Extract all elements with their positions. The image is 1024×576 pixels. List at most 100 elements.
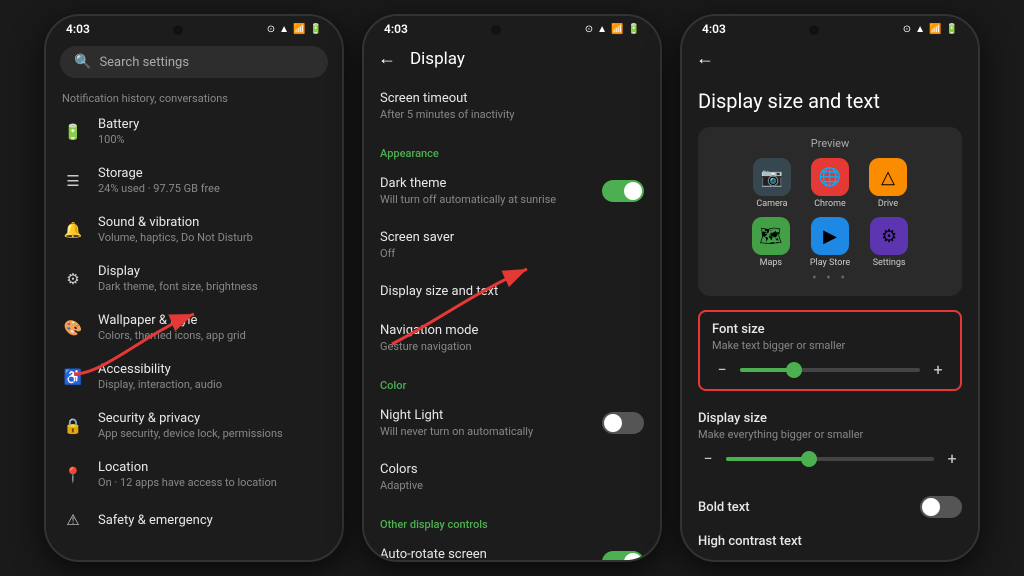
preview-app-camera: 📷 Camera [753, 158, 791, 209]
settings-item-wallpaper[interactable]: 🎨 Wallpaper & style Colors, themed icons… [50, 303, 338, 352]
screen-timeout-item[interactable]: Screen timeout After 5 minutes of inacti… [364, 79, 660, 133]
display-size-slider-row: − + [698, 449, 962, 468]
settings-item-sound[interactable]: 🔔 Sound & vibration Volume, haptics, Do … [50, 205, 338, 254]
storage-title: Storage [98, 166, 220, 181]
accessibility-icon: ♿ [62, 366, 84, 388]
phone1-wrapper: 4:03 ⊙ ▲ 📶 🔋 🔍 Search settings Notificat… [44, 14, 344, 562]
colors-item[interactable]: Colors Adaptive [364, 450, 660, 504]
display-size-text-item[interactable]: Display size and text [364, 272, 660, 311]
high-contrast-section: High contrast text [698, 526, 962, 557]
phones-container: 4:03 ⊙ ▲ 📶 🔋 🔍 Search settings Notificat… [0, 0, 1024, 576]
settings-item-safety[interactable]: ⚠ Safety & emergency [50, 499, 338, 541]
dst-content: Display size and text Preview 📷 Camera 🌐 [682, 79, 978, 560]
color-section-label: Color [364, 365, 660, 396]
font-size-slider-thumb[interactable] [786, 362, 802, 378]
time-1: 4:03 [66, 22, 90, 36]
font-size-slider[interactable] [740, 368, 920, 372]
phone2: 4:03 ⊙ ▲ 📶 🔋 ← Display Screen [362, 14, 662, 562]
auto-rotate-toggle[interactable] [602, 551, 644, 560]
settings-item-display[interactable]: ⚙ Display Dark theme, font size, brightn… [50, 254, 338, 303]
wallpaper-icon: 🎨 [62, 317, 84, 339]
bold-text-title: Bold text [698, 500, 750, 515]
maps-app-icon: 🗺 [752, 217, 790, 255]
display-size-increase-btn[interactable]: + [942, 449, 962, 468]
font-size-increase-btn[interactable]: + [928, 360, 948, 379]
display-page-header: ← Display [364, 38, 660, 79]
high-contrast-title: High contrast text [698, 534, 962, 549]
wallpaper-subtitle: Colors, themed icons, app grid [98, 329, 246, 342]
night-light-toggle[interactable] [602, 412, 644, 434]
preview-icons: 📷 Camera 🌐 Chrome △ Drive [708, 158, 952, 268]
playstore-app-icon: ▶ [811, 217, 849, 255]
security-title: Security & privacy [98, 411, 283, 426]
search-bar[interactable]: 🔍 Search settings [60, 46, 328, 78]
accessibility-subtitle: Display, interaction, audio [98, 378, 222, 391]
preview-app-chrome: 🌐 Chrome [811, 158, 849, 209]
screen-saver-item[interactable]: Screen saver Off [364, 218, 660, 272]
phone2-wrapper: 4:03 ⊙ ▲ 📶 🔋 ← Display Screen [362, 14, 662, 562]
dark-theme-toggle[interactable] [602, 180, 644, 202]
display-size-slider-thumb[interactable] [801, 451, 817, 467]
appearance-section-label: Appearance [364, 133, 660, 164]
night-light-item[interactable]: Night Light Will never turn on automatic… [364, 396, 660, 450]
security-subtitle: App security, device lock, permissions [98, 427, 283, 440]
preview-section: Preview 📷 Camera 🌐 Chrome [698, 127, 962, 296]
accessibility-title: Accessibility [98, 362, 222, 377]
back-button-3[interactable]: ← [696, 48, 714, 69]
playstore-app-label: Play Store [810, 258, 850, 268]
security-icon: 🔒 [62, 415, 84, 437]
auto-rotate-item[interactable]: Auto-rotate screen On [364, 535, 660, 560]
preview-row-2: 🗺 Maps ▶ Play Store ⚙ Settings [708, 217, 952, 268]
display-size-sub: Make everything bigger or smaller [698, 428, 962, 441]
search-placeholder: Search settings [99, 55, 189, 70]
preview-app-playstore: ▶ Play Store [810, 217, 850, 268]
location-subtitle: On · 12 apps have access to location [98, 476, 277, 489]
settings-item-security[interactable]: 🔒 Security & privacy App security, devic… [50, 401, 338, 450]
settings-app-icon: ⚙ [870, 217, 908, 255]
dst-title: Display size and text [698, 89, 962, 113]
status-icons-3: ⊙ ▲ 📶 🔋 [903, 24, 958, 35]
status-icons-2: ⊙ ▲ 📶 🔋 [585, 24, 640, 35]
display-size-decrease-btn[interactable]: − [698, 449, 718, 468]
battery-title: Battery [98, 117, 139, 132]
sound-title: Sound & vibration [98, 215, 253, 230]
auto-rotate-title: Auto-rotate screen [380, 547, 487, 560]
nav-mode-item[interactable]: Navigation mode Gesture navigation [364, 311, 660, 365]
display-size-slider[interactable] [726, 457, 934, 461]
sound-subtitle: Volume, haptics, Do Not Disturb [98, 231, 253, 244]
preview-app-maps: 🗺 Maps [752, 217, 790, 268]
wallpaper-title: Wallpaper & style [98, 313, 246, 328]
safety-title: Safety & emergency [98, 513, 213, 528]
settings-item-location[interactable]: 📍 Location On · 12 apps have access to l… [50, 450, 338, 499]
status-icons-1: ⊙ ▲ 📶 🔋 [267, 24, 322, 35]
sound-icon: 🔔 [62, 219, 84, 241]
screen-saver-sub: Off [380, 247, 454, 260]
dark-theme-item[interactable]: Dark theme Will turn off automatically a… [364, 164, 660, 218]
back-button-2[interactable]: ← [378, 48, 396, 69]
display-page-title: Display [410, 49, 465, 69]
font-size-sub: Make text bigger or smaller [712, 339, 948, 352]
camera-app-label: Camera [756, 199, 787, 209]
screen-timeout-title: Screen timeout [380, 91, 515, 106]
screen1-content: 🔍 Search settings Notification history, … [46, 38, 342, 560]
bold-text-toggle[interactable] [920, 496, 962, 518]
drive-app-label: Drive [878, 199, 898, 209]
camera-app-icon: 📷 [753, 158, 791, 196]
battery-subtitle: 100% [98, 133, 139, 146]
settings-item-storage[interactable]: ☰ Storage 24% used · 97.75 GB free [50, 156, 338, 205]
display-size-slider-fill [726, 457, 809, 461]
colors-title: Colors [380, 462, 423, 477]
font-size-slider-row: − + [712, 360, 948, 379]
settings-item-battery[interactable]: 🔋 Battery 100% [50, 107, 338, 156]
maps-app-label: Maps [760, 258, 782, 268]
nav-mode-sub: Gesture navigation [380, 340, 478, 353]
screen-timeout-sub: After 5 minutes of inactivity [380, 108, 515, 121]
status-bar-1: 4:03 ⊙ ▲ 📶 🔋 [46, 16, 342, 38]
settings-item-accessibility[interactable]: ♿ Accessibility Display, interaction, au… [50, 352, 338, 401]
phone1: 4:03 ⊙ ▲ 📶 🔋 🔍 Search settings Notificat… [44, 14, 344, 562]
display-size-title: Display size [698, 411, 962, 426]
font-size-decrease-btn[interactable]: − [712, 360, 732, 379]
location-icon: 📍 [62, 464, 84, 486]
settings-app-label: Settings [873, 258, 906, 268]
location-title: Location [98, 460, 277, 475]
